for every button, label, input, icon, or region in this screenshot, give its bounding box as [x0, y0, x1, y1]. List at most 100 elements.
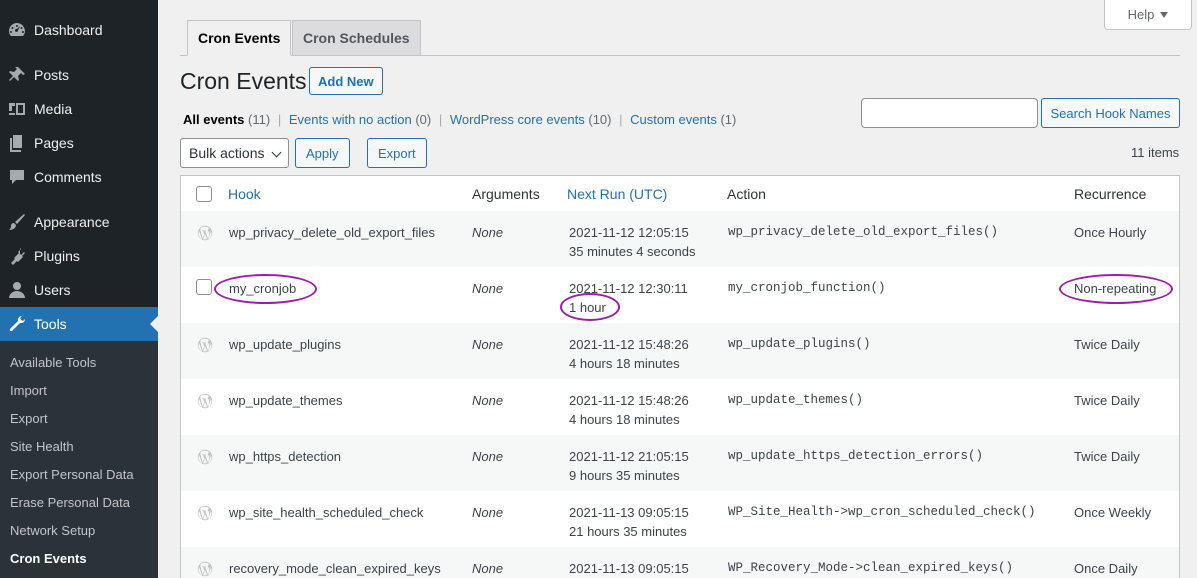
media-icon	[0, 99, 34, 119]
wordpress-icon	[197, 337, 213, 353]
tab-cron-schedules[interactable]: Cron Schedules	[292, 20, 421, 56]
search-input[interactable]	[861, 98, 1038, 128]
apply-button[interactable]: Apply	[295, 138, 350, 168]
hook-name[interactable]: recovery_mode_clean_expired_keys	[229, 559, 441, 578]
table-row: wp_update_plugins None 2021-11-12 15:48:…	[181, 323, 1179, 379]
sidebar-item-tools[interactable]: Tools	[0, 307, 158, 341]
next-run-time: 2021-11-13 09:05:15	[569, 505, 689, 520]
next-run-time: 2021-11-12 21:05:15	[569, 449, 689, 464]
sidebar-item-label: Posts	[34, 67, 70, 83]
recurrence-value: Twice Daily	[1074, 449, 1140, 464]
brush-icon	[0, 212, 34, 232]
submenu-item-erase-personal-data[interactable]: Erase Personal Data	[10, 488, 130, 516]
next-run-time: 2021-11-12 15:48:26	[569, 393, 689, 408]
filter-core-events[interactable]: WordPress core events	[450, 112, 585, 127]
recurrence-value: Once Hourly	[1074, 225, 1147, 240]
table-row: recovery_mode_clean_expired_keys None 20…	[181, 547, 1179, 578]
hook-name[interactable]: wp_update_themes	[229, 391, 342, 410]
submenu-item-import[interactable]: Import	[10, 376, 47, 404]
next-run: 2021-11-12 12:05:15 35 minutes 4 seconds	[569, 223, 695, 261]
hook-name[interactable]: wp_site_health_scheduled_check	[229, 503, 423, 522]
table-row: wp_update_themes None 2021-11-12 15:48:2…	[181, 379, 1179, 435]
pin-icon	[0, 65, 34, 85]
hook-name[interactable]: wp_privacy_delete_old_export_files	[229, 223, 435, 242]
wordpress-icon	[197, 449, 213, 465]
filter-count: (1)	[720, 112, 737, 127]
add-new-button[interactable]: Add New	[309, 67, 383, 95]
sidebar-item-dashboard[interactable]: Dashboard	[0, 13, 158, 47]
table-row: wp_privacy_delete_old_export_files None …	[181, 211, 1179, 267]
tab-cron-events[interactable]: Cron Events	[187, 20, 292, 56]
sidebar-item-label: Users	[34, 282, 71, 298]
arguments-value: None	[472, 449, 504, 464]
wordpress-icon	[197, 505, 213, 521]
sidebar-item-comments[interactable]: Comments	[0, 160, 158, 194]
comments-icon	[0, 167, 34, 187]
sidebar-item-users[interactable]: Users	[0, 273, 158, 307]
next-run: 2021-11-13 09:05:15 21 hours 35 minutes	[569, 503, 689, 541]
column-recurrence: Recurrence	[1074, 186, 1147, 202]
column-next-run[interactable]: Next Run (UTC)	[567, 186, 667, 202]
hook-name[interactable]: my_cronjob	[229, 279, 296, 298]
filter-count: (0)	[415, 112, 432, 127]
sidebar-item-pages[interactable]: Pages	[0, 126, 158, 160]
wordpress-icon	[197, 393, 213, 409]
submenu-item-export[interactable]: Export	[10, 404, 48, 432]
submenu-item-cron-events[interactable]: Cron Events	[10, 544, 87, 572]
cron-events-table: Hook Arguments Next Run (UTC) Action Rec…	[180, 175, 1180, 578]
sidebar-item-posts[interactable]: Posts	[0, 58, 158, 92]
bulk-actions-select[interactable]: Bulk actions	[180, 138, 289, 168]
submenu-item-export-personal-data[interactable]: Export Personal Data	[10, 460, 134, 488]
table-row: wp_https_detection None 2021-11-12 21:05…	[181, 435, 1179, 491]
next-run-time: 2021-11-12 12:05:15	[569, 225, 689, 240]
select-all-checkbox[interactable]	[196, 186, 212, 202]
next-run: 2021-11-12 15:48:26 4 hours 18 minutes	[569, 335, 689, 373]
column-action: Action	[727, 186, 766, 202]
arguments-value: None	[472, 561, 504, 576]
next-run: 2021-11-12 12:30:11 1 hour	[569, 279, 688, 317]
help-label: Help	[1127, 7, 1155, 22]
arguments-value: None	[472, 505, 504, 520]
next-run-relative: 21 hours 35 minutes	[569, 524, 687, 539]
sidebar-item-appearance[interactable]: Appearance	[0, 205, 158, 239]
column-hook[interactable]: Hook	[228, 186, 261, 202]
sidebar-item-plugins[interactable]: Plugins	[0, 239, 158, 273]
filter-all-events[interactable]: All events	[183, 112, 244, 127]
recurrence-value: Twice Daily	[1074, 393, 1140, 408]
sidebar-item-media[interactable]: Media	[0, 92, 158, 126]
filter-separator: |	[277, 112, 282, 127]
submenu-item-network-setup[interactable]: Network Setup	[10, 516, 95, 544]
wrench-icon	[0, 314, 34, 334]
action-value: wp_update_themes()	[728, 393, 864, 407]
sidebar-item-label: Comments	[34, 169, 102, 185]
filter-count: (10)	[588, 112, 612, 127]
wordpress-icon	[197, 561, 213, 577]
table-row: my_cronjob None 2021-11-12 12:30:11 1 hou…	[181, 267, 1179, 323]
sidebar-item-label: Pages	[34, 135, 74, 151]
search-hook-names-button[interactable]: Search Hook Names	[1041, 98, 1180, 128]
filter-no-action[interactable]: Events with no action	[289, 112, 412, 127]
table-header: Hook Arguments Next Run (UTC) Action Rec…	[181, 176, 1179, 212]
recurrence-value: Twice Daily	[1074, 337, 1140, 352]
arguments-value: None	[472, 337, 504, 352]
row-checkbox[interactable]	[196, 279, 212, 295]
users-icon	[0, 280, 34, 300]
dashboard-icon	[0, 20, 34, 40]
pages-icon	[0, 133, 34, 153]
submenu-item-available-tools[interactable]: Available Tools	[10, 348, 96, 376]
sidebar-item-label: Tools	[34, 316, 67, 332]
next-run-time: 2021-11-12 15:48:26	[569, 337, 689, 352]
hook-name[interactable]: wp_update_plugins	[229, 335, 341, 354]
filter-custom-events[interactable]: Custom events	[630, 112, 717, 127]
submenu-item-site-health[interactable]: Site Health	[10, 432, 74, 460]
action-value: my_cronjob_function()	[728, 281, 886, 295]
sidebar-item-label: Plugins	[34, 248, 80, 264]
recurrence-value: Once Weekly	[1074, 505, 1152, 520]
help-button[interactable]: Help	[1104, 0, 1192, 30]
next-run-relative: 9 hours 35 minutes	[569, 468, 680, 483]
recurrence-value: Non-repeating	[1074, 281, 1157, 296]
action-value: wp_update_plugins()	[728, 337, 871, 351]
export-button[interactable]: Export	[367, 138, 427, 168]
hook-name[interactable]: wp_https_detection	[229, 447, 341, 466]
column-arguments: Arguments	[472, 186, 540, 202]
